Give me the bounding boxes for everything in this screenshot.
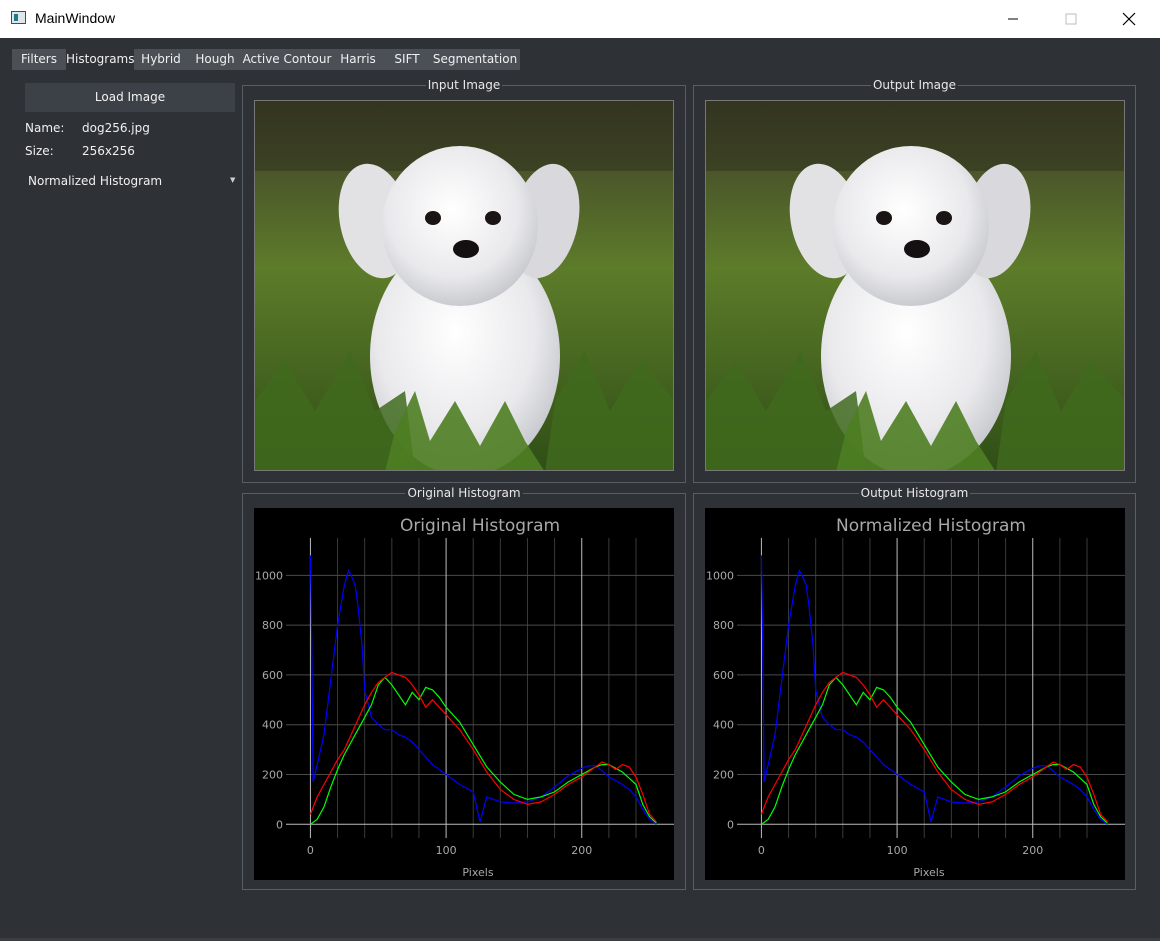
chart-title: Original Histogram xyxy=(400,516,560,536)
x-tick-label: 0 xyxy=(758,844,765,857)
histogram-type-value: Normalized Histogram xyxy=(28,174,163,188)
minimize-button[interactable] xyxy=(984,0,1042,38)
y-tick-label: 1000 xyxy=(255,569,283,582)
name-label: Name: xyxy=(25,121,65,135)
y-tick-label: 400 xyxy=(262,719,283,732)
y-tick-label: 0 xyxy=(727,818,734,831)
tab-harris[interactable]: Harris xyxy=(332,49,384,70)
y-tick-label: 200 xyxy=(713,769,734,782)
series-line-0 xyxy=(760,555,1108,825)
original-histogram-chart: Original Histogram 0 200 400 600 800 1000 0 100 2… xyxy=(255,516,674,879)
y-tick-label: 200 xyxy=(262,769,283,782)
size-value: 256x256 xyxy=(82,144,135,158)
title-bar: MainWindow xyxy=(0,0,1160,38)
x-tick-label: 100 xyxy=(436,844,457,857)
load-image-button[interactable]: Load Image xyxy=(25,83,235,112)
original-histogram-group: Original Histogram Original Histogram 0 20… xyxy=(242,486,686,890)
x-tick-label: 0 xyxy=(307,844,314,857)
series-line-2 xyxy=(309,671,657,823)
input-image-title: Input Image xyxy=(425,78,503,92)
y-tick-label: 600 xyxy=(262,669,283,682)
size-label: Size: xyxy=(25,144,54,158)
close-button[interactable] xyxy=(1100,0,1158,38)
chart-title: Normalized Histogram xyxy=(836,516,1026,536)
close-icon xyxy=(1122,12,1136,26)
maximize-icon xyxy=(1065,13,1077,25)
app-icon xyxy=(11,11,26,24)
series-line-1 xyxy=(761,676,1108,825)
tab-sift[interactable]: SIFT xyxy=(384,49,430,70)
input-image xyxy=(254,100,674,471)
y-tick-label: 1000 xyxy=(706,569,734,582)
series-line-0 xyxy=(309,555,657,825)
tab-filters[interactable]: Filters xyxy=(12,49,66,70)
tab-segmentation[interactable]: Segmentation xyxy=(430,49,520,70)
series-line-2 xyxy=(760,671,1108,823)
histogram-type-dropdown[interactable]: Normalized Histogram ▼ xyxy=(25,170,239,192)
tab-histograms[interactable]: Histograms xyxy=(66,49,135,70)
original-histogram-group-title: Original Histogram xyxy=(405,486,523,500)
window-title: MainWindow xyxy=(35,10,116,26)
tab-active-contour[interactable]: Active Contour xyxy=(242,49,332,70)
tab-hybrid[interactable]: Hybrid xyxy=(134,49,188,70)
output-histogram-group-title: Output Histogram xyxy=(858,486,971,500)
normalized-histogram-chart: Normalized Histogram 0 200 400 600 800 1000 0 10… xyxy=(706,516,1125,879)
y-tick-label: 800 xyxy=(713,619,734,632)
minimize-icon xyxy=(1008,18,1018,20)
output-image-title: Output Image xyxy=(870,78,959,92)
output-histogram-plot: Normalized Histogram 0 200 400 600 800 1000 0 10… xyxy=(705,508,1125,880)
output-histogram-group: Output Histogram Normalized Histogram 0 20… xyxy=(693,486,1136,890)
x-axis-label: Pixels xyxy=(462,866,493,879)
tab-hough[interactable]: Hough xyxy=(188,49,242,70)
y-tick-label: 600 xyxy=(713,669,734,682)
y-tick-label: 800 xyxy=(262,619,283,632)
series-line-1 xyxy=(310,676,657,825)
y-tick-label: 400 xyxy=(713,719,734,732)
name-value: dog256.jpg xyxy=(82,121,150,135)
output-image-group: Output Image xyxy=(693,78,1136,483)
original-histogram-plot: Original Histogram 0 200 400 600 800 1000 0 100 2… xyxy=(254,508,674,880)
x-tick-label: 200 xyxy=(571,844,592,857)
x-tick-label: 100 xyxy=(887,844,908,857)
output-image xyxy=(705,100,1125,471)
x-axis-label: Pixels xyxy=(913,866,944,879)
tab-bar: Filters Histograms Hybrid Hough Active C… xyxy=(12,49,520,70)
x-tick-label: 200 xyxy=(1022,844,1043,857)
y-tick-label: 0 xyxy=(276,818,283,831)
chevron-down-icon: ▼ xyxy=(230,176,236,184)
maximize-button[interactable] xyxy=(1042,0,1100,38)
input-image-group: Input Image xyxy=(242,78,686,483)
